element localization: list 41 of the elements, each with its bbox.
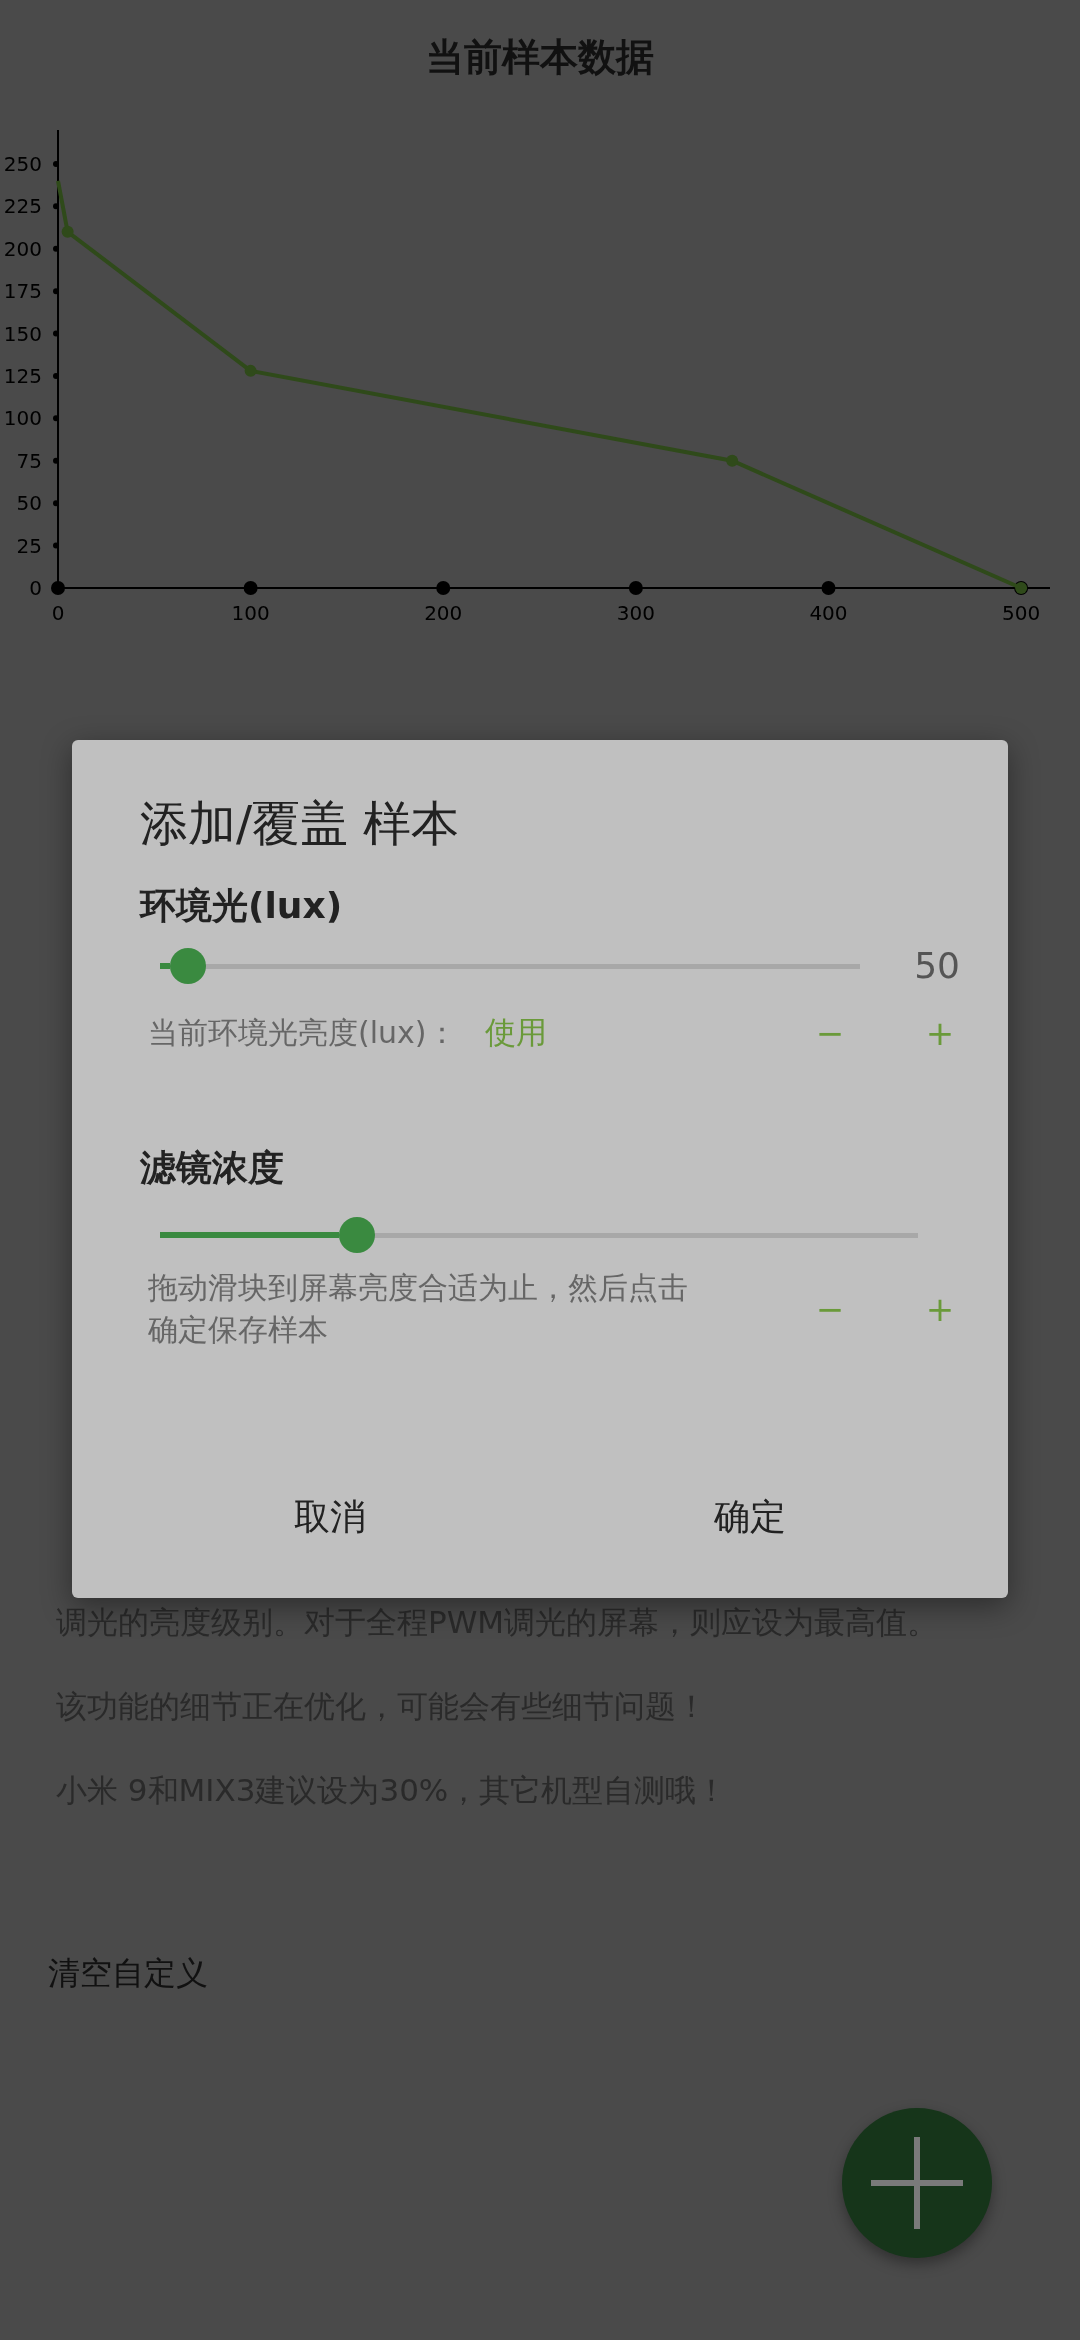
y-tick-label: 250 [3,151,42,176]
clear-custom-link[interactable]: 清空自定义 [48,1952,208,1996]
y-tick-label: 125 [3,363,42,388]
section-heading: 环境光(lux) [140,884,343,928]
dialog-title: 添加/覆盖 样本 [140,794,460,853]
x-tick-label: 400 [809,601,848,625]
plus-icon [871,2137,963,2229]
data-point [1015,582,1028,594]
y-tick-label: 100 [3,406,42,431]
y-tick-label: 75 [16,448,42,473]
y-tick-label: 200 [3,236,42,261]
y-tick-label: 25 [16,533,42,558]
caption-text: 拖动滑块到屏幕亮度合适为止，然后点击确定保存样本 [148,1269,689,1349]
slider-thumb[interactable] [339,1217,376,1253]
confirm-button[interactable]: 确定 [684,1477,816,1558]
cancel-button[interactable]: 取消 [264,1477,396,1558]
chart-title: 当前样本数据 [426,34,654,80]
caption-text: 当前环境光亮度(lux)： [148,1014,457,1052]
data-point [726,454,739,467]
slider[interactable] [160,1217,918,1253]
plus-button[interactable]: + [920,1289,960,1329]
x-tick-label: 500 [1002,601,1041,625]
x-tick-label: 200 [424,601,463,625]
x-tick-label: 300 [616,601,655,625]
x-tick-label: 0 [51,601,65,625]
slider[interactable] [160,947,860,984]
data-point [244,364,257,377]
use-button[interactable]: 使用 [484,1012,547,1054]
x-tick-label: 100 [231,601,270,625]
y-tick-label: 50 [16,491,42,516]
y-tick-label: 225 [3,194,42,219]
slider-thumb[interactable] [170,947,206,984]
section-heading: 滤镜浓度 [140,1146,284,1190]
minus-button[interactable]: − [810,1013,850,1053]
y-tick-label: 150 [3,321,42,346]
y-tick-label: 175 [3,279,42,304]
slider-value: 50 [913,945,960,986]
minus-button[interactable]: − [810,1289,850,1329]
data-point [61,225,74,238]
y-tick-label: 0 [29,576,42,600]
plus-button[interactable]: + [920,1013,960,1053]
